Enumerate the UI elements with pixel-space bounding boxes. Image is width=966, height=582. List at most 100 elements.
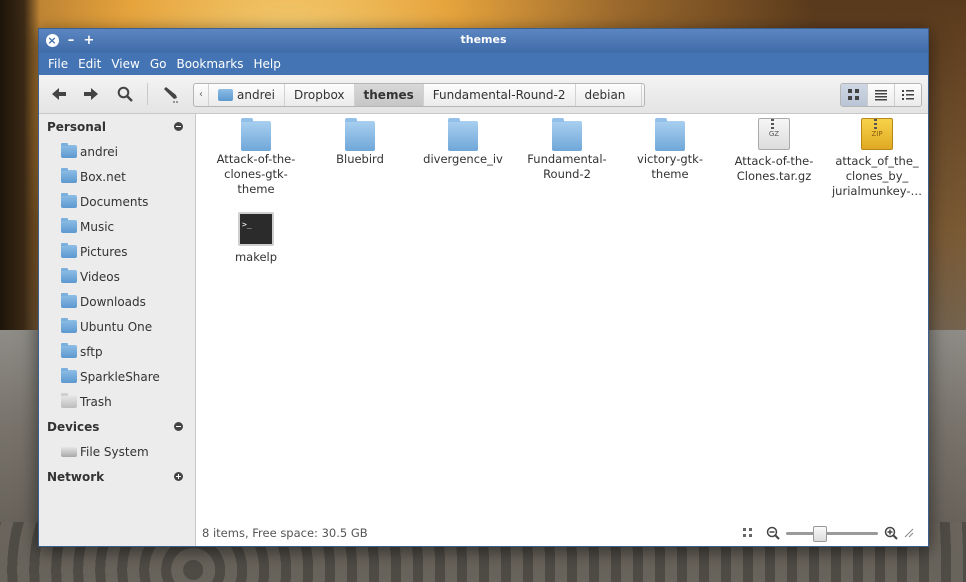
toolbar: ‹ andrei Dropbox themes Fundamental-Roun… — [39, 75, 928, 114]
expand-icon[interactable] — [174, 472, 183, 481]
folder-icon — [61, 368, 77, 383]
sidebar-item-music[interactable]: Music — [39, 214, 195, 239]
file-item[interactable]: ZIP attack_of_the_ clones_by_ jurialmunkey… — [825, 118, 929, 199]
sidebar-section-personal[interactable]: Personal — [39, 114, 195, 139]
section-header-label: Personal — [47, 119, 106, 134]
breadcrumb-scroll-right[interactable]: › — [642, 84, 644, 106]
folder-icon — [345, 118, 375, 151]
forward-button[interactable] — [81, 84, 101, 104]
file-item[interactable]: GZ Attack-of-the- Clones.tar.gz — [722, 118, 826, 184]
collapse-icon[interactable] — [174, 122, 183, 131]
arrow-left-icon — [52, 88, 66, 100]
breadcrumb-fundamental-round-2[interactable]: Fundamental-Round-2 — [424, 84, 576, 106]
back-button[interactable] — [49, 84, 69, 104]
file-item[interactable]: Attack-of-the-clones-gtk-theme — [204, 118, 308, 197]
sidebar-item-label: File System — [80, 444, 149, 459]
menu-bookmarks[interactable]: Bookmarks — [171, 57, 248, 71]
list-view-button[interactable] — [868, 84, 895, 106]
search-button[interactable] — [115, 84, 135, 104]
menu-file[interactable]: File — [43, 57, 73, 71]
zoom-slider-thumb[interactable] — [813, 525, 828, 542]
sidebar-item-sparkleshare[interactable]: SparkleShare — [39, 364, 195, 389]
music-folder-icon — [61, 218, 77, 233]
sidebar-item-label: Videos — [80, 269, 120, 284]
sidebar-item-label: Music — [80, 219, 115, 234]
file-name: Attack-of-the- Clones.tar.gz — [734, 154, 814, 183]
sidebar-item-ubuntu-one[interactable]: Ubuntu One — [39, 314, 195, 339]
file-item[interactable]: divergence_iv — [411, 118, 515, 167]
menu-go[interactable]: Go — [145, 57, 172, 71]
window-body: Personal andrei Box.net Documents Music … — [39, 114, 928, 546]
folder-icon — [655, 118, 685, 151]
resize-grip-icon[interactable] — [904, 528, 914, 538]
videos-folder-icon — [61, 268, 77, 283]
breadcrumb-label: andrei — [237, 88, 275, 102]
breadcrumb-andrei[interactable]: andrei — [209, 84, 285, 106]
menu-help[interactable]: Help — [249, 57, 286, 71]
sidebar-item-label: Trash — [80, 394, 112, 409]
sidebar-item-sftp[interactable]: sftp — [39, 339, 195, 364]
terminal-script-icon: >_ — [238, 212, 274, 246]
file-item[interactable]: victory-gtk-theme — [618, 118, 722, 182]
sidebar-item-file-system[interactable]: File System — [39, 439, 195, 464]
breadcrumb-scroll-left[interactable]: ‹ — [194, 84, 209, 106]
sidebar-section-devices[interactable]: Devices — [39, 414, 195, 439]
arrow-right-icon — [84, 88, 98, 100]
file-item[interactable]: Bluebird — [308, 118, 412, 167]
home-folder-icon — [218, 89, 233, 101]
collapse-icon[interactable] — [174, 422, 183, 431]
titlebar: × – + themes — [39, 29, 928, 53]
sidebar-item-box-net[interactable]: Box.net — [39, 164, 195, 189]
sidebar-item-andrei[interactable]: andrei — [39, 139, 195, 164]
sidebar-item-label: Pictures — [80, 244, 128, 259]
sidebar-section-network[interactable]: Network — [39, 464, 195, 489]
sidebar-item-trash[interactable]: Trash — [39, 389, 195, 414]
grid-icon — [848, 89, 859, 100]
menubar: File Edit View Go Bookmarks Help — [39, 53, 928, 75]
sidebar-item-label: Box.net — [80, 169, 126, 184]
sidebar-item-label: andrei — [80, 144, 118, 159]
list-icon — [875, 90, 887, 101]
sidebar-item-pictures[interactable]: Pictures — [39, 239, 195, 264]
section-header-label: Devices — [47, 419, 100, 434]
file-view: Attack-of-the-clones-gtk-theme Bluebird … — [196, 114, 928, 546]
view-switcher — [840, 83, 922, 107]
menu-view[interactable]: View — [106, 57, 144, 71]
zoom-slider[interactable] — [786, 525, 878, 542]
breadcrumb-themes[interactable]: themes — [354, 84, 424, 106]
compact-view-button[interactable] — [895, 84, 921, 106]
window-title: themes — [460, 33, 507, 46]
sidebar: Personal andrei Box.net Documents Music … — [39, 114, 196, 546]
toolbar-separator — [147, 83, 148, 105]
file-name: Attack-of-the-clones-gtk-theme — [216, 152, 296, 196]
file-item[interactable]: >_ makelp — [204, 212, 308, 265]
trash-icon — [61, 393, 77, 408]
remote-folder-icon — [61, 168, 77, 183]
breadcrumb: ‹ andrei Dropbox themes Fundamental-Roun… — [193, 83, 645, 107]
sidebar-item-videos[interactable]: Videos — [39, 264, 195, 289]
file-name: Bluebird — [336, 152, 384, 166]
zoom-out-icon[interactable] — [766, 526, 780, 540]
zoom-in-icon[interactable] — [884, 526, 898, 540]
grid-icon — [743, 528, 752, 537]
file-item[interactable]: Fundamental- Round-2 — [515, 118, 619, 182]
file-name: divergence_iv — [423, 152, 503, 166]
icon-view-button[interactable] — [841, 84, 868, 106]
breadcrumb-debian[interactable]: debian — [576, 84, 643, 106]
sidebar-item-label: Documents — [80, 194, 149, 209]
pictures-folder-icon — [61, 243, 77, 258]
breadcrumb-dropbox[interactable]: Dropbox — [285, 84, 355, 106]
menu-edit[interactable]: Edit — [73, 57, 106, 71]
sidebar-item-downloads[interactable]: Downloads — [39, 289, 195, 314]
pen-icon — [164, 87, 179, 103]
file-name: Fundamental- Round-2 — [527, 152, 607, 181]
status-text: 8 items, Free space: 30.5 GB — [202, 526, 368, 540]
drive-icon — [61, 446, 77, 457]
zip-archive-icon: ZIP — [861, 118, 893, 150]
home-folder-icon — [61, 143, 77, 158]
edit-path-button[interactable] — [161, 84, 181, 104]
zoom-control — [742, 525, 914, 542]
file-name: attack_of_the_ clones_by_ jurialmunkey-… — [831, 154, 922, 198]
sidebar-item-documents[interactable]: Documents — [39, 189, 195, 214]
statusbar: 8 items, Free space: 30.5 GB — [196, 520, 928, 546]
